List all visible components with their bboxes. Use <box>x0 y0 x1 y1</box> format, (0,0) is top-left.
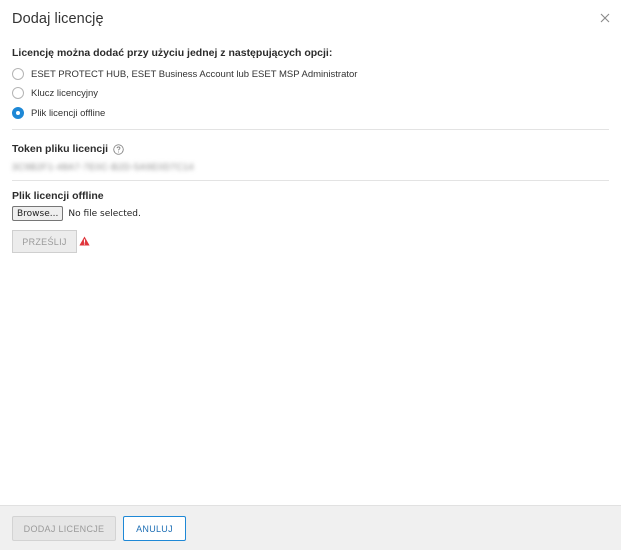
radio-button-offline-file[interactable] <box>12 107 24 119</box>
add-license-dialog: Dodaj licencję Licencję można dodać przy… <box>0 0 621 550</box>
divider <box>12 129 609 130</box>
token-label: Token pliku licencji <box>12 143 109 155</box>
radio-label-offline-file: Plik licencji offline <box>31 107 106 119</box>
close-icon[interactable] <box>598 11 612 25</box>
radio-button-eset-accounts[interactable] <box>12 68 24 80</box>
token-value: 3C9B2F1-48A7-7E0C-B2D-5A9E0D7C14 <box>12 162 195 172</box>
token-label-row: Token pliku licencji <box>12 143 124 155</box>
radio-option-offline-file[interactable]: Plik licencji offline <box>12 106 105 120</box>
offline-file-label: Plik licencji offline <box>12 190 104 202</box>
file-status: No file selected. <box>68 208 141 219</box>
send-button[interactable]: PRZEŚLIJ <box>12 230 77 253</box>
file-input[interactable]: Browse... No file selected. <box>12 206 141 221</box>
cancel-button[interactable]: ANULUJ <box>123 516 186 541</box>
help-icon[interactable] <box>113 143 124 155</box>
radio-label-license-key: Klucz licencyjny <box>31 87 99 99</box>
warning-icon <box>79 236 90 246</box>
dialog-title: Dodaj licencję <box>12 11 104 27</box>
browse-button[interactable]: Browse... <box>12 206 64 221</box>
radio-button-license-key[interactable] <box>12 87 24 99</box>
radio-option-eset-accounts[interactable]: ESET PROTECT HUB, ESET Business Account … <box>12 67 357 81</box>
dialog-header: Dodaj licencję <box>0 0 621 40</box>
radio-option-license-key[interactable]: Klucz licencyjny <box>12 86 98 100</box>
dialog-footer: DODAJ LICENCJE ANULUJ <box>0 505 621 550</box>
add-license-button[interactable]: DODAJ LICENCJE <box>12 516 116 541</box>
radio-label-eset-accounts: ESET PROTECT HUB, ESET Business Account … <box>31 68 358 80</box>
options-label: Licencję można dodać przy użyciu jednej … <box>12 47 333 59</box>
divider <box>12 180 609 181</box>
